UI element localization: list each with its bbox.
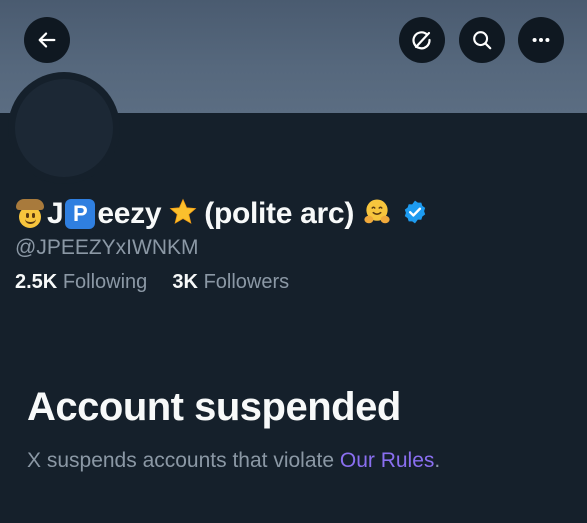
cowboy-hat-face-icon [15,199,45,229]
following-label: Following [62,271,148,293]
avatar-placeholder [15,79,113,177]
profile-stats: 2.5K Following 3K Followers [15,271,289,294]
p-button-icon: P [65,199,96,229]
grok-icon [412,31,431,50]
suspension-description-text: X suspends accounts that violate [27,449,340,472]
profile-page: J P eezy (polite arc) @JPEEZYxIWNKM 2.5K… [0,0,587,523]
name-part-1: J [47,197,64,230]
hugging-face-icon [362,197,392,232]
name-part-3: (polite arc) [204,197,355,230]
following-link[interactable]: 2.5K Following [15,271,153,293]
suspension-title: Account suspended [27,385,401,429]
followers-count: 3K [172,271,198,293]
display-name: J P eezy (polite arc) [15,194,428,234]
more-button[interactable] [518,17,564,63]
suspension-description-period: . [434,449,441,472]
our-rules-link[interactable]: Our Rules [340,449,435,472]
avatar[interactable] [8,72,120,184]
followers-link[interactable]: 3K Followers [172,271,289,293]
search-icon [473,31,492,50]
verified-badge-icon[interactable] [402,199,428,230]
grok-button[interactable] [399,17,445,63]
search-button[interactable] [459,17,505,63]
star-icon [168,197,198,232]
arrow-left-icon [38,32,56,48]
more-horizontal-icon [532,37,550,43]
suspension-description: X suspends accounts that violate Our Rul… [27,449,440,473]
name-part-2: eezy [97,197,162,230]
back-button[interactable] [24,17,70,63]
following-count: 2.5K [15,271,58,293]
profile-handle: @JPEEZYxIWNKM [15,236,199,259]
followers-label: Followers [203,271,290,293]
